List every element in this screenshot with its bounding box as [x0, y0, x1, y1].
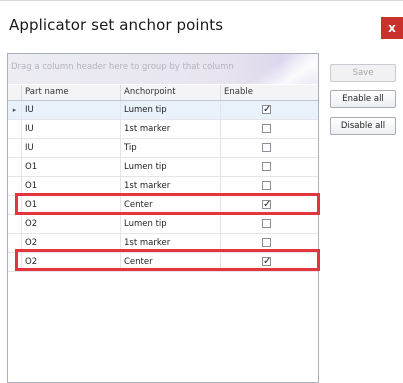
- enable-all-button[interactable]: Enable all: [330, 90, 396, 108]
- anchorpoint-cell[interactable]: Center: [121, 253, 221, 271]
- close-icon: x: [388, 21, 396, 35]
- part-name-cell[interactable]: IU: [22, 120, 121, 138]
- row-indicator-cell: [8, 196, 22, 214]
- anchorpoint-cell[interactable]: Lumen tip: [121, 101, 221, 119]
- checkmark-icon: ✓: [263, 104, 272, 115]
- checkmark-icon: ✓: [263, 199, 272, 210]
- anchorpoint-cell[interactable]: Lumen tip: [121, 158, 221, 176]
- dialog-title: Applicator set anchor points: [9, 16, 224, 34]
- enable-cell[interactable]: [221, 120, 318, 138]
- table-row[interactable]: O1 Lumen tip: [8, 158, 318, 177]
- enable-cell[interactable]: [221, 139, 318, 157]
- anchorpoint-cell[interactable]: Lumen tip: [121, 215, 221, 233]
- enable-cell[interactable]: ✓: [221, 196, 318, 214]
- anchorpoint-cell[interactable]: Center: [121, 196, 221, 214]
- row-indicator-cell: [8, 215, 22, 233]
- group-by-hint: Drag a column header here to group by th…: [11, 62, 234, 72]
- anchorpoint-cell[interactable]: Tip: [121, 139, 221, 157]
- anchorpoint-cell[interactable]: 1st marker: [121, 234, 221, 252]
- enable-checkbox[interactable]: ✓: [262, 104, 272, 115]
- table-row[interactable]: O1 1st marker: [8, 177, 318, 196]
- row-indicator-cell: [8, 253, 22, 271]
- anchorpoint-cell[interactable]: 1st marker: [121, 177, 221, 195]
- table-row[interactable]: IU Tip: [8, 139, 318, 158]
- row-indicator-cell: [8, 177, 22, 195]
- table-row[interactable]: ▸ IU Lumen tip ✓: [8, 101, 318, 120]
- part-name-cell[interactable]: IU: [22, 101, 121, 119]
- part-name-cell[interactable]: O2: [22, 215, 121, 233]
- close-button[interactable]: x: [381, 17, 403, 39]
- table-row[interactable]: O2 Lumen tip: [8, 215, 318, 234]
- enable-cell[interactable]: ✓: [221, 253, 318, 271]
- column-header-anchorpoint[interactable]: Anchorpoint: [121, 85, 221, 100]
- enable-checkbox[interactable]: [262, 124, 271, 133]
- row-indicator-header: [8, 85, 22, 100]
- table-row[interactable]: O2 1st marker: [8, 234, 318, 253]
- part-name-cell[interactable]: O1: [22, 196, 121, 214]
- column-header-part-name[interactable]: Part name: [22, 85, 121, 100]
- part-name-cell[interactable]: IU: [22, 139, 121, 157]
- enable-cell[interactable]: [221, 234, 318, 252]
- enable-checkbox[interactable]: [262, 143, 271, 152]
- grid-rows: ▸ IU Lumen tip ✓ IU 1st marker IU Tip O1 Lumen ti…: [8, 101, 318, 272]
- enable-checkbox[interactable]: [262, 181, 271, 190]
- save-button[interactable]: Save: [330, 64, 396, 82]
- column-header-enable[interactable]: Enable: [221, 85, 318, 100]
- checkmark-icon: ✓: [263, 256, 272, 267]
- part-name-cell[interactable]: O2: [22, 234, 121, 252]
- enable-cell[interactable]: [221, 158, 318, 176]
- table-row[interactable]: O1 Center ✓: [8, 196, 318, 215]
- row-indicator-cell: [8, 139, 22, 157]
- top-divider: [0, 0, 403, 1]
- row-indicator-cell: [8, 120, 22, 138]
- disable-all-button[interactable]: Disable all: [330, 117, 396, 135]
- enable-cell[interactable]: [221, 215, 318, 233]
- enable-checkbox[interactable]: [262, 219, 271, 228]
- group-panel-decoration: [224, 54, 318, 84]
- enable-checkbox[interactable]: [262, 238, 271, 247]
- row-indicator-icon: ▸: [8, 101, 22, 119]
- column-header-row: Part name Anchorpoint Enable: [8, 85, 318, 101]
- row-indicator-cell: [8, 158, 22, 176]
- enable-checkbox[interactable]: [262, 162, 271, 171]
- enable-checkbox[interactable]: ✓: [262, 199, 272, 210]
- row-indicator-cell: [8, 234, 22, 252]
- table-row[interactable]: IU 1st marker: [8, 120, 318, 139]
- part-name-cell[interactable]: O1: [22, 158, 121, 176]
- enable-cell[interactable]: ✓: [221, 101, 318, 119]
- enable-checkbox[interactable]: ✓: [262, 256, 272, 267]
- part-name-cell[interactable]: O1: [22, 177, 121, 195]
- anchor-points-grid[interactable]: Drag a column header here to group by th…: [7, 53, 319, 383]
- part-name-cell[interactable]: O2: [22, 253, 121, 271]
- anchorpoint-cell[interactable]: 1st marker: [121, 120, 221, 138]
- group-by-panel[interactable]: Drag a column header here to group by th…: [8, 54, 318, 84]
- table-row[interactable]: O2 Center ✓: [8, 253, 318, 272]
- enable-cell[interactable]: [221, 177, 318, 195]
